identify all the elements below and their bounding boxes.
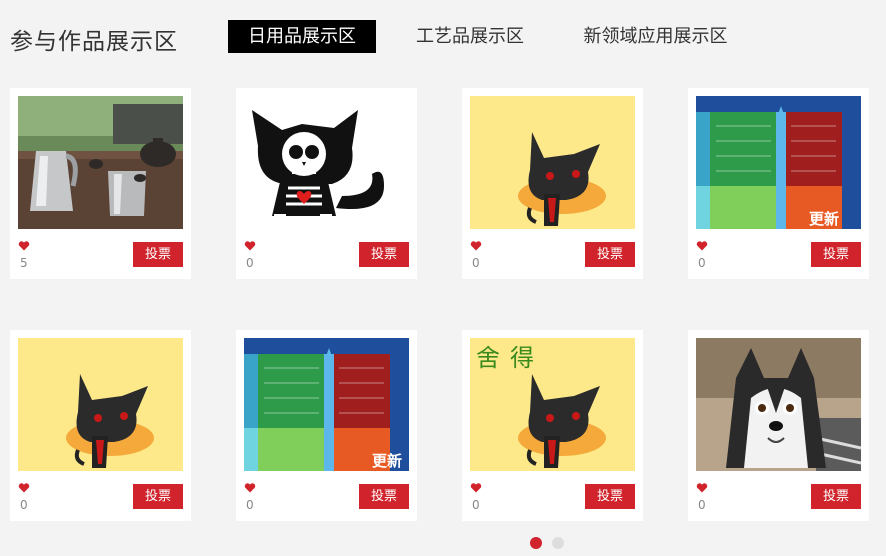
heart-icon: [244, 240, 256, 252]
heart-icon: [18, 482, 30, 494]
work-image-chart[interactable]: 更新: [696, 96, 861, 229]
work-image-black-cat[interactable]: [470, 96, 635, 229]
vote-count: 0: [472, 498, 480, 512]
heart-icon: [470, 482, 482, 494]
header: 参与作品展示区 日用品展示区 工艺品展示区 新领域应用展示区: [0, 0, 886, 75]
work-image-black-cat-calligraphy[interactable]: 舍得: [470, 338, 635, 471]
work-card: 0 投票: [462, 88, 643, 279]
page-title: 参与作品展示区: [10, 29, 178, 55]
work-card: 舍得 0 投票: [462, 330, 643, 521]
tab-new-field[interactable]: 新领域应用展示区: [568, 20, 743, 53]
heart-icon: [696, 482, 708, 494]
vote-count: 0: [472, 256, 480, 270]
work-image-chart[interactable]: 更新: [244, 338, 409, 471]
work-card: 0 投票: [10, 330, 191, 521]
work-image-kettles[interactable]: [18, 96, 183, 229]
work-image-husky[interactable]: [696, 338, 861, 471]
update-badge: 更新: [372, 452, 402, 470]
work-card: 更新 0 投票: [236, 330, 417, 521]
vote-count: 0: [698, 498, 706, 512]
page-dot-1[interactable]: [530, 537, 542, 549]
work-card: 0 投票: [688, 330, 869, 521]
update-badge: 更新: [809, 210, 839, 228]
vote-button[interactable]: 投票: [359, 484, 409, 509]
vote-button[interactable]: 投票: [585, 484, 635, 509]
work-image-black-cat[interactable]: [18, 338, 183, 471]
vote-button[interactable]: 投票: [133, 484, 183, 509]
calligraphy-text: 舍得: [476, 344, 544, 372]
vote-button[interactable]: 投票: [133, 242, 183, 267]
heart-icon: [18, 240, 30, 252]
work-card: 5 投票: [10, 88, 191, 279]
tab-crafts[interactable]: 工艺品展示区: [401, 20, 539, 53]
page-dot-2[interactable]: [552, 537, 564, 549]
vote-button[interactable]: 投票: [585, 242, 635, 267]
work-card: 0 投票: [236, 88, 417, 279]
work-card: 更新 0 投票: [688, 88, 869, 279]
vote-count: 0: [698, 256, 706, 270]
heart-icon: [696, 240, 708, 252]
vote-count: 0: [20, 498, 28, 512]
vote-count: 0: [246, 498, 254, 512]
vote-button[interactable]: 投票: [811, 242, 861, 267]
vote-button[interactable]: 投票: [811, 484, 861, 509]
heart-icon: [244, 482, 256, 494]
vote-button[interactable]: 投票: [359, 242, 409, 267]
tab-daily-goods[interactable]: 日用品展示区: [228, 20, 376, 53]
vote-count: 0: [246, 256, 254, 270]
work-image-skeleton-cat[interactable]: [244, 96, 409, 229]
vote-count: 5: [20, 256, 28, 270]
heart-icon: [470, 240, 482, 252]
